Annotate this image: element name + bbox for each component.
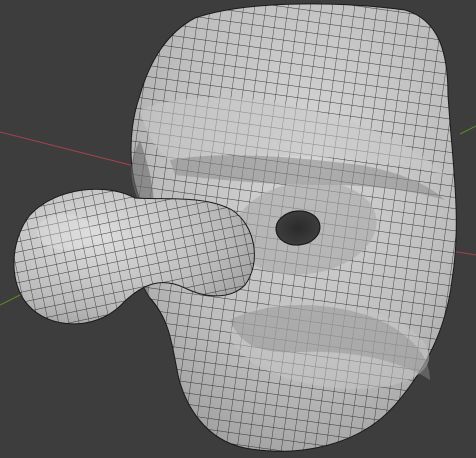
nose-highlight <box>37 214 93 250</box>
x-axis-line-upper <box>459 125 476 135</box>
viewport-scene <box>0 3 476 452</box>
x-axis-line <box>0 131 151 171</box>
3d-viewport[interactable] <box>0 0 476 458</box>
